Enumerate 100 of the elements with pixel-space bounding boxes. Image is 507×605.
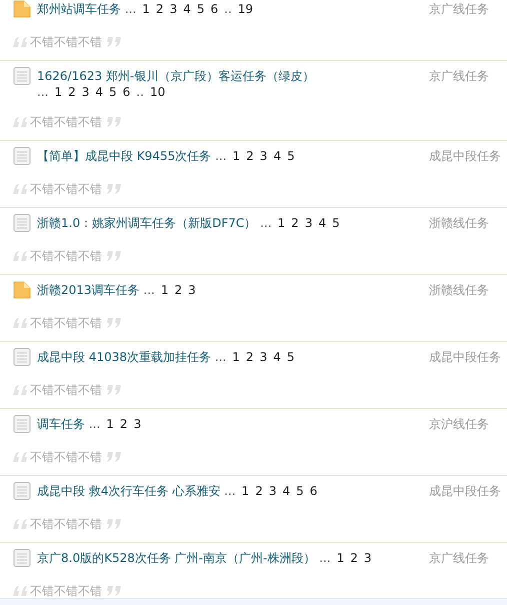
page-ellipsis: ... <box>224 484 236 498</box>
page-ellipsis: ... <box>88 417 100 431</box>
quote-text: 不错不错不错 <box>30 449 102 466</box>
page-link[interactable]: 1 <box>242 484 250 498</box>
category-label: 京广线任务 <box>429 68 490 84</box>
page-link[interactable]: 1 <box>106 417 114 431</box>
document-icon <box>12 481 32 501</box>
page-ellipsis: ... <box>215 149 227 163</box>
page-link[interactable]: 6 <box>310 484 318 498</box>
page-ellipsis: ... <box>319 551 331 565</box>
category-label: 京广线任务 <box>429 550 490 566</box>
close-quote-icon <box>106 317 122 329</box>
page-link[interactable]: 2 <box>174 283 182 297</box>
close-quote-icon <box>106 36 122 48</box>
page-link[interactable]: 5 <box>196 2 204 16</box>
page-link[interactable]: 5 <box>109 85 117 99</box>
quote-text: 不错不错不错 <box>30 583 102 600</box>
page-ellipsis: .. <box>224 2 232 16</box>
category-label: 京广线任务 <box>429 1 490 17</box>
page-link[interactable]: 3 <box>260 350 268 364</box>
page-link[interactable]: 4 <box>95 85 104 99</box>
page-link[interactable]: 2 <box>156 2 164 16</box>
quote-text: 不错不错不错 <box>30 382 102 399</box>
quote-text: 不错不错不错 <box>30 516 102 533</box>
page-link[interactable]: 3 <box>170 2 178 16</box>
page-ellipsis: .. <box>136 85 144 99</box>
thread-title-link[interactable]: 成昆中段 41038次重载加挂任务 <box>37 350 211 364</box>
page-link[interactable]: 3 <box>268 484 276 498</box>
thread-title-link[interactable]: 【简单】成昆中段 K9455次任务 <box>37 149 212 163</box>
page-link[interactable]: 1 <box>278 216 286 230</box>
quote-text: 不错不错不错 <box>30 248 102 265</box>
thread-title-link[interactable]: 成昆中段 救4次行车任务 心系雅安 <box>37 484 220 498</box>
page-link[interactable]: 1 <box>232 350 240 364</box>
page-ellipsis: ... <box>124 2 136 16</box>
page-link[interactable]: 2 <box>120 417 128 431</box>
page-link[interactable]: 1 <box>142 2 150 16</box>
close-quote-icon <box>106 451 122 463</box>
page-link[interactable]: 5 <box>332 216 340 230</box>
open-quote-icon <box>12 384 28 396</box>
thread-title-link[interactable]: 郑州站调车任务 <box>37 2 121 16</box>
document-icon <box>12 146 32 166</box>
page-link[interactable]: 4 <box>273 149 282 163</box>
category-label: 成昆中段任务 <box>429 148 502 164</box>
page-link[interactable]: 6 <box>210 2 218 16</box>
page-link[interactable]: 6 <box>122 85 130 99</box>
page-link[interactable]: 4 <box>318 216 326 230</box>
thread-title-link[interactable]: 京广8.0版的K528次任务 广州-南京（广州-株洲段） <box>37 551 316 565</box>
page-link[interactable]: 2 <box>246 350 254 364</box>
page-link[interactable]: 2 <box>291 216 299 230</box>
document-icon <box>12 414 32 434</box>
page-link[interactable]: 3 <box>188 283 196 297</box>
close-quote-icon <box>106 384 122 396</box>
page-link[interactable]: 3 <box>134 417 142 431</box>
page-ellipsis: ... <box>143 283 155 297</box>
page-link[interactable]: 1 <box>54 85 62 99</box>
category-label: 成昆中段任务 <box>429 349 502 365</box>
page-link[interactable]: 3 <box>364 551 372 565</box>
page-link[interactable]: 4 <box>282 484 290 498</box>
page-link[interactable]: 4 <box>183 2 191 16</box>
thread-title-link[interactable]: 浙赣1.0：姚家州调车任务（新版DF7C） <box>37 216 256 230</box>
category-label: 浙赣线任务 <box>429 282 490 298</box>
open-quote-icon <box>12 451 28 463</box>
page-link[interactable]: 1 <box>160 283 168 297</box>
page-link[interactable]: 2 <box>246 149 254 163</box>
category-label: 京沪线任务 <box>429 416 490 432</box>
close-quote-icon <box>106 116 122 128</box>
page-link[interactable]: 3 <box>260 149 268 163</box>
page-link[interactable]: 3 <box>304 216 312 230</box>
open-quote-icon <box>12 317 28 329</box>
thread-title-link[interactable]: 浙赣2013调车任务 <box>37 283 140 297</box>
open-quote-icon <box>12 116 28 128</box>
page-link[interactable]: 4 <box>273 350 281 364</box>
page-link[interactable]: 10 <box>150 85 166 99</box>
page-link[interactable]: 3 <box>82 85 90 99</box>
folder-icon <box>12 280 32 300</box>
thread-title-link[interactable]: 1626/1623 郑州-银川（京广段）客运任务（绿皮） <box>37 69 314 83</box>
page-link[interactable]: 5 <box>296 484 304 498</box>
quote-text: 不错不错不错 <box>30 315 102 332</box>
quote-text: 不错不错不错 <box>30 181 102 198</box>
page-link[interactable]: 2 <box>350 551 358 565</box>
document-icon <box>12 213 32 233</box>
close-quote-icon <box>106 518 122 530</box>
category-label: 成昆中段任务 <box>429 483 502 499</box>
page-ellipsis: ... <box>37 85 48 99</box>
quote-text: 不错不错不错 <box>30 114 102 131</box>
page-ellipsis: ... <box>260 216 272 230</box>
category-label: 浙赣线任务 <box>429 215 490 231</box>
open-quote-icon <box>12 250 28 262</box>
open-quote-icon <box>12 183 28 195</box>
thread-title-link[interactable]: 调车任务 <box>37 417 85 431</box>
page-link[interactable]: 5 <box>286 350 294 364</box>
page-link[interactable]: 1 <box>232 149 240 163</box>
page-link[interactable]: 19 <box>238 2 254 16</box>
page-link[interactable]: 2 <box>255 484 263 498</box>
page-link[interactable]: 1 <box>336 551 344 565</box>
close-quote-icon <box>106 585 122 597</box>
page-link[interactable]: 5 <box>287 149 295 163</box>
page-link[interactable]: 2 <box>68 85 76 99</box>
quote-text: 不错不错不错 <box>30 34 102 51</box>
open-quote-icon <box>12 585 28 597</box>
